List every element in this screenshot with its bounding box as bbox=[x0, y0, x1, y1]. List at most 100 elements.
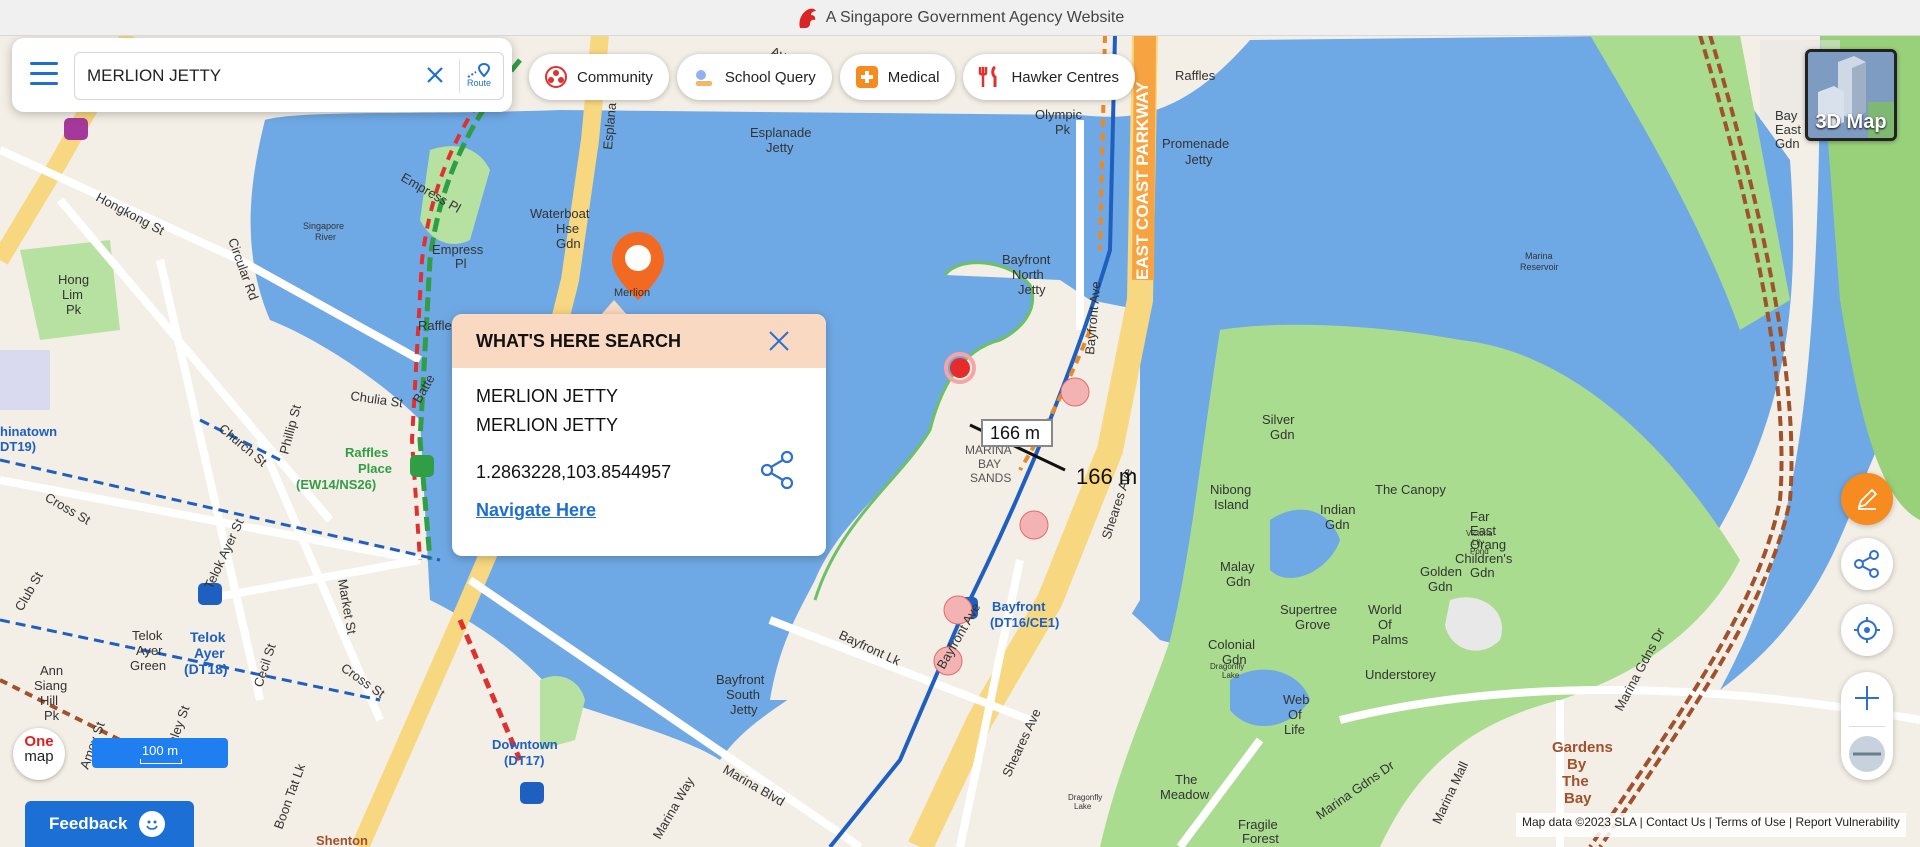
school-icon bbox=[695, 70, 712, 86]
map-label: Golden bbox=[1420, 564, 1462, 579]
map-graphic: Esplanade Jetty Olympic Pk Promenade Jet… bbox=[0, 35, 1920, 847]
community-icon bbox=[545, 66, 567, 88]
map-label: Empress bbox=[432, 242, 484, 257]
map-label: Lake bbox=[1222, 671, 1240, 680]
map-label: Raffles bbox=[1175, 68, 1216, 83]
map-label: Telok bbox=[132, 628, 163, 643]
map-label: The bbox=[1175, 772, 1197, 787]
map-label: Gdn bbox=[556, 236, 581, 251]
map-label: By bbox=[1567, 756, 1587, 773]
logo-text-one: One bbox=[24, 733, 54, 750]
map-label: Ayer bbox=[136, 643, 163, 658]
smiley-icon bbox=[139, 811, 166, 837]
chip-community[interactable]: Community bbox=[529, 54, 669, 100]
map-label: Esplanade bbox=[750, 125, 811, 140]
map-label: North bbox=[1012, 267, 1044, 282]
map-label: World bbox=[1368, 602, 1402, 617]
chip-label: School Query bbox=[724, 68, 816, 86]
contact-us-link[interactable]: Contact Us bbox=[1646, 815, 1705, 829]
3d-map-label: 3D Map bbox=[1815, 111, 1887, 133]
map-label: Lake bbox=[1074, 802, 1092, 811]
feedback-button[interactable]: Feedback bbox=[25, 801, 194, 847]
map-label: Green bbox=[130, 658, 166, 673]
map-label: Siang bbox=[34, 678, 67, 693]
map-label: Bayfront bbox=[1002, 252, 1051, 267]
map-label: Gdn bbox=[1775, 136, 1800, 151]
map-label: Bayfront bbox=[716, 672, 765, 687]
map-label: Jetty bbox=[730, 702, 758, 717]
menu-button[interactable] bbox=[30, 62, 58, 88]
close-icon[interactable] bbox=[768, 330, 790, 352]
popup-title: WHAT'S HERE SEARCH bbox=[476, 330, 681, 351]
map-label: DT19) bbox=[0, 439, 36, 454]
navigate-here-link[interactable]: Navigate Here bbox=[476, 500, 596, 521]
map-label: Victoria bbox=[1466, 529, 1493, 538]
map-label: Pk bbox=[1055, 122, 1071, 137]
close-icon[interactable] bbox=[423, 63, 447, 87]
search-input[interactable] bbox=[85, 61, 389, 91]
share-icon bbox=[1854, 550, 1879, 578]
map-label: (DT18) bbox=[184, 661, 228, 677]
onemap-logo: One map bbox=[13, 728, 65, 780]
map-label: Olympic bbox=[1035, 107, 1082, 122]
map-label: Fragile bbox=[1238, 817, 1278, 832]
whats-here-popup: WHAT'S HERE SEARCH MERLION JETTY MERLION… bbox=[452, 314, 826, 556]
zoom-out-button[interactable] bbox=[1841, 728, 1893, 780]
map-label: Dragonfly bbox=[1068, 793, 1102, 802]
search-box: Route bbox=[74, 52, 504, 100]
chip-medical[interactable]: Medical bbox=[839, 54, 956, 100]
category-chips: Community School Query Medical Hawker Ce… bbox=[529, 54, 1135, 100]
map-label: Bayfront bbox=[992, 599, 1046, 614]
map-label: Waterboat bbox=[530, 206, 590, 221]
map-label: Of bbox=[1378, 617, 1392, 632]
zoom-controls bbox=[1841, 672, 1893, 780]
map-label: The bbox=[1562, 773, 1589, 790]
map-label: Far bbox=[1470, 509, 1490, 524]
map-label: Promenade bbox=[1162, 136, 1229, 151]
route-label: Route bbox=[466, 78, 492, 88]
map-label: Downtown bbox=[492, 737, 558, 752]
map-label: Reservoir bbox=[1520, 262, 1559, 272]
map-label: Gdn bbox=[1428, 579, 1453, 594]
draw-button[interactable] bbox=[1841, 473, 1893, 525]
attribution-data: Map data ©2023 SLA bbox=[1522, 815, 1637, 829]
map-label: Singapore bbox=[303, 221, 344, 231]
my-location-button[interactable] bbox=[1841, 604, 1893, 656]
map-label: Malay bbox=[1220, 559, 1255, 574]
map-label: Jetty bbox=[766, 140, 794, 155]
route-button[interactable]: Route bbox=[459, 59, 498, 93]
search-panel: Route bbox=[12, 38, 512, 112]
map-label: Nibong bbox=[1210, 482, 1251, 497]
map-label: Colonial bbox=[1208, 637, 1255, 652]
map-attribution: Map data ©2023 SLA | Contact Us | Terms … bbox=[1516, 813, 1906, 837]
scale-label: 100 m bbox=[141, 743, 179, 758]
map-canvas[interactable]: Esplanade Jetty Olympic Pk Promenade Jet… bbox=[0, 35, 1920, 847]
terms-of-use-link[interactable]: Terms of Use bbox=[1715, 815, 1786, 829]
chip-label: Medical bbox=[887, 68, 940, 86]
map-label: Pond bbox=[1470, 547, 1489, 556]
map-label: EAST COAST PARKWAY bbox=[1133, 81, 1152, 280]
map-label: Place bbox=[358, 461, 392, 476]
gov-banner: A Singapore Government Agency Website bbox=[0, 0, 1920, 36]
map-label: (EW14/NS26) bbox=[296, 477, 376, 492]
plus-icon bbox=[1855, 686, 1879, 710]
map-label: Hse bbox=[556, 221, 579, 236]
3d-map-button[interactable]: 3D Map bbox=[1805, 49, 1897, 141]
share-icon[interactable] bbox=[758, 450, 796, 490]
map-label: Life bbox=[1284, 722, 1305, 737]
map-label: Jetty bbox=[1018, 282, 1046, 297]
map-label: Forest bbox=[1242, 831, 1279, 846]
measure-line-label: 166 m bbox=[1076, 464, 1137, 489]
map-label: Bay bbox=[1564, 790, 1592, 807]
logo-text-map: map bbox=[24, 748, 54, 765]
chip-hawker-centres[interactable]: Hawker Centres bbox=[963, 54, 1135, 100]
zoom-in-button[interactable] bbox=[1841, 672, 1893, 724]
map-label: Bay bbox=[1775, 108, 1798, 123]
share-button[interactable] bbox=[1841, 538, 1893, 590]
map-label: Island bbox=[1214, 497, 1249, 512]
report-vulnerability-link[interactable]: Report Vulnerability bbox=[1795, 815, 1899, 829]
chip-school-query[interactable]: School Query bbox=[676, 54, 832, 100]
chip-label: Hawker Centres bbox=[1011, 68, 1119, 86]
map-label: Gdn bbox=[1226, 574, 1251, 589]
crosshair-icon bbox=[1854, 617, 1880, 643]
